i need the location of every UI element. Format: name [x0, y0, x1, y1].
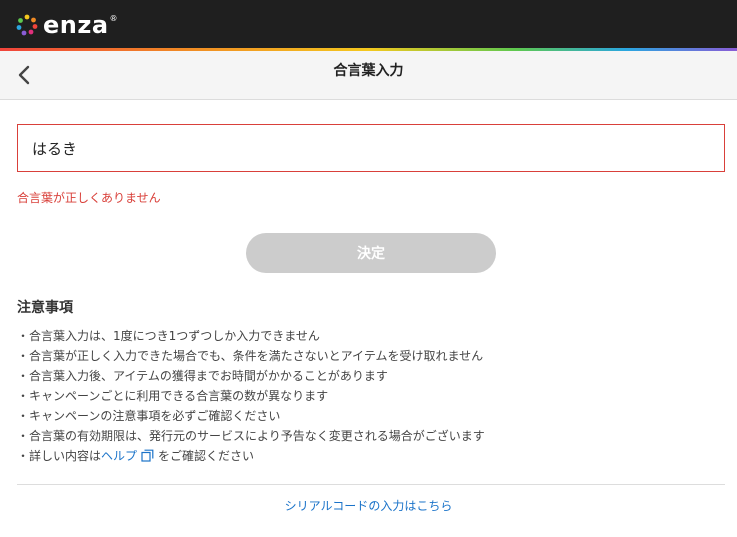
passphrase-input[interactable]: [17, 124, 725, 172]
note-item: 合言葉の有効期限は、発行元のサービスにより予告なく変更される場合がございます: [17, 426, 485, 446]
note-item: 合言葉入力後、アイテムの獲得までお時間がかかることがあります: [17, 366, 485, 386]
note-help-suffix: をご確認ください: [158, 449, 255, 463]
enza-logo[interactable]: enza ®: [16, 13, 118, 37]
page-title: 合言葉入力: [333, 63, 404, 79]
note-item: 合言葉入力は、1度につき1つずつしか入力できません: [17, 326, 485, 346]
note-item: キャンペーンの注意事項を必ずご確認ください: [17, 406, 485, 426]
external-window-icon: [141, 449, 154, 462]
nav-bar: 合言葉入力: [0, 51, 737, 100]
notes-list: 合言葉入力は、1度につき1つずつしか入力できません 合言葉が正しく入力できた場合…: [17, 326, 485, 466]
serial-code-link[interactable]: シリアルコードの入力はこちら: [0, 497, 737, 514]
note-help-prefix: 詳しい内容は: [29, 449, 102, 463]
logo-registered-mark: ®: [109, 14, 118, 23]
note-item-help: 詳しい内容はヘルプ をご確認ください: [17, 446, 485, 466]
enza-logo-icon: [16, 14, 38, 36]
help-link[interactable]: ヘルプ: [101, 449, 137, 463]
note-item: キャンペーンごとに利用できる合言葉の数が異なります: [17, 386, 485, 406]
logo-text: enza: [43, 11, 109, 39]
divider: [17, 484, 725, 485]
notes-heading: 注意事項: [17, 300, 73, 316]
app-header: enza ®: [0, 0, 737, 48]
submit-button[interactable]: 決定: [246, 233, 496, 273]
error-message: 合言葉が正しくありません: [17, 191, 161, 205]
note-item: 合言葉が正しく入力できた場合でも、条件を満たさないとアイテムを受け取れません: [17, 346, 485, 366]
